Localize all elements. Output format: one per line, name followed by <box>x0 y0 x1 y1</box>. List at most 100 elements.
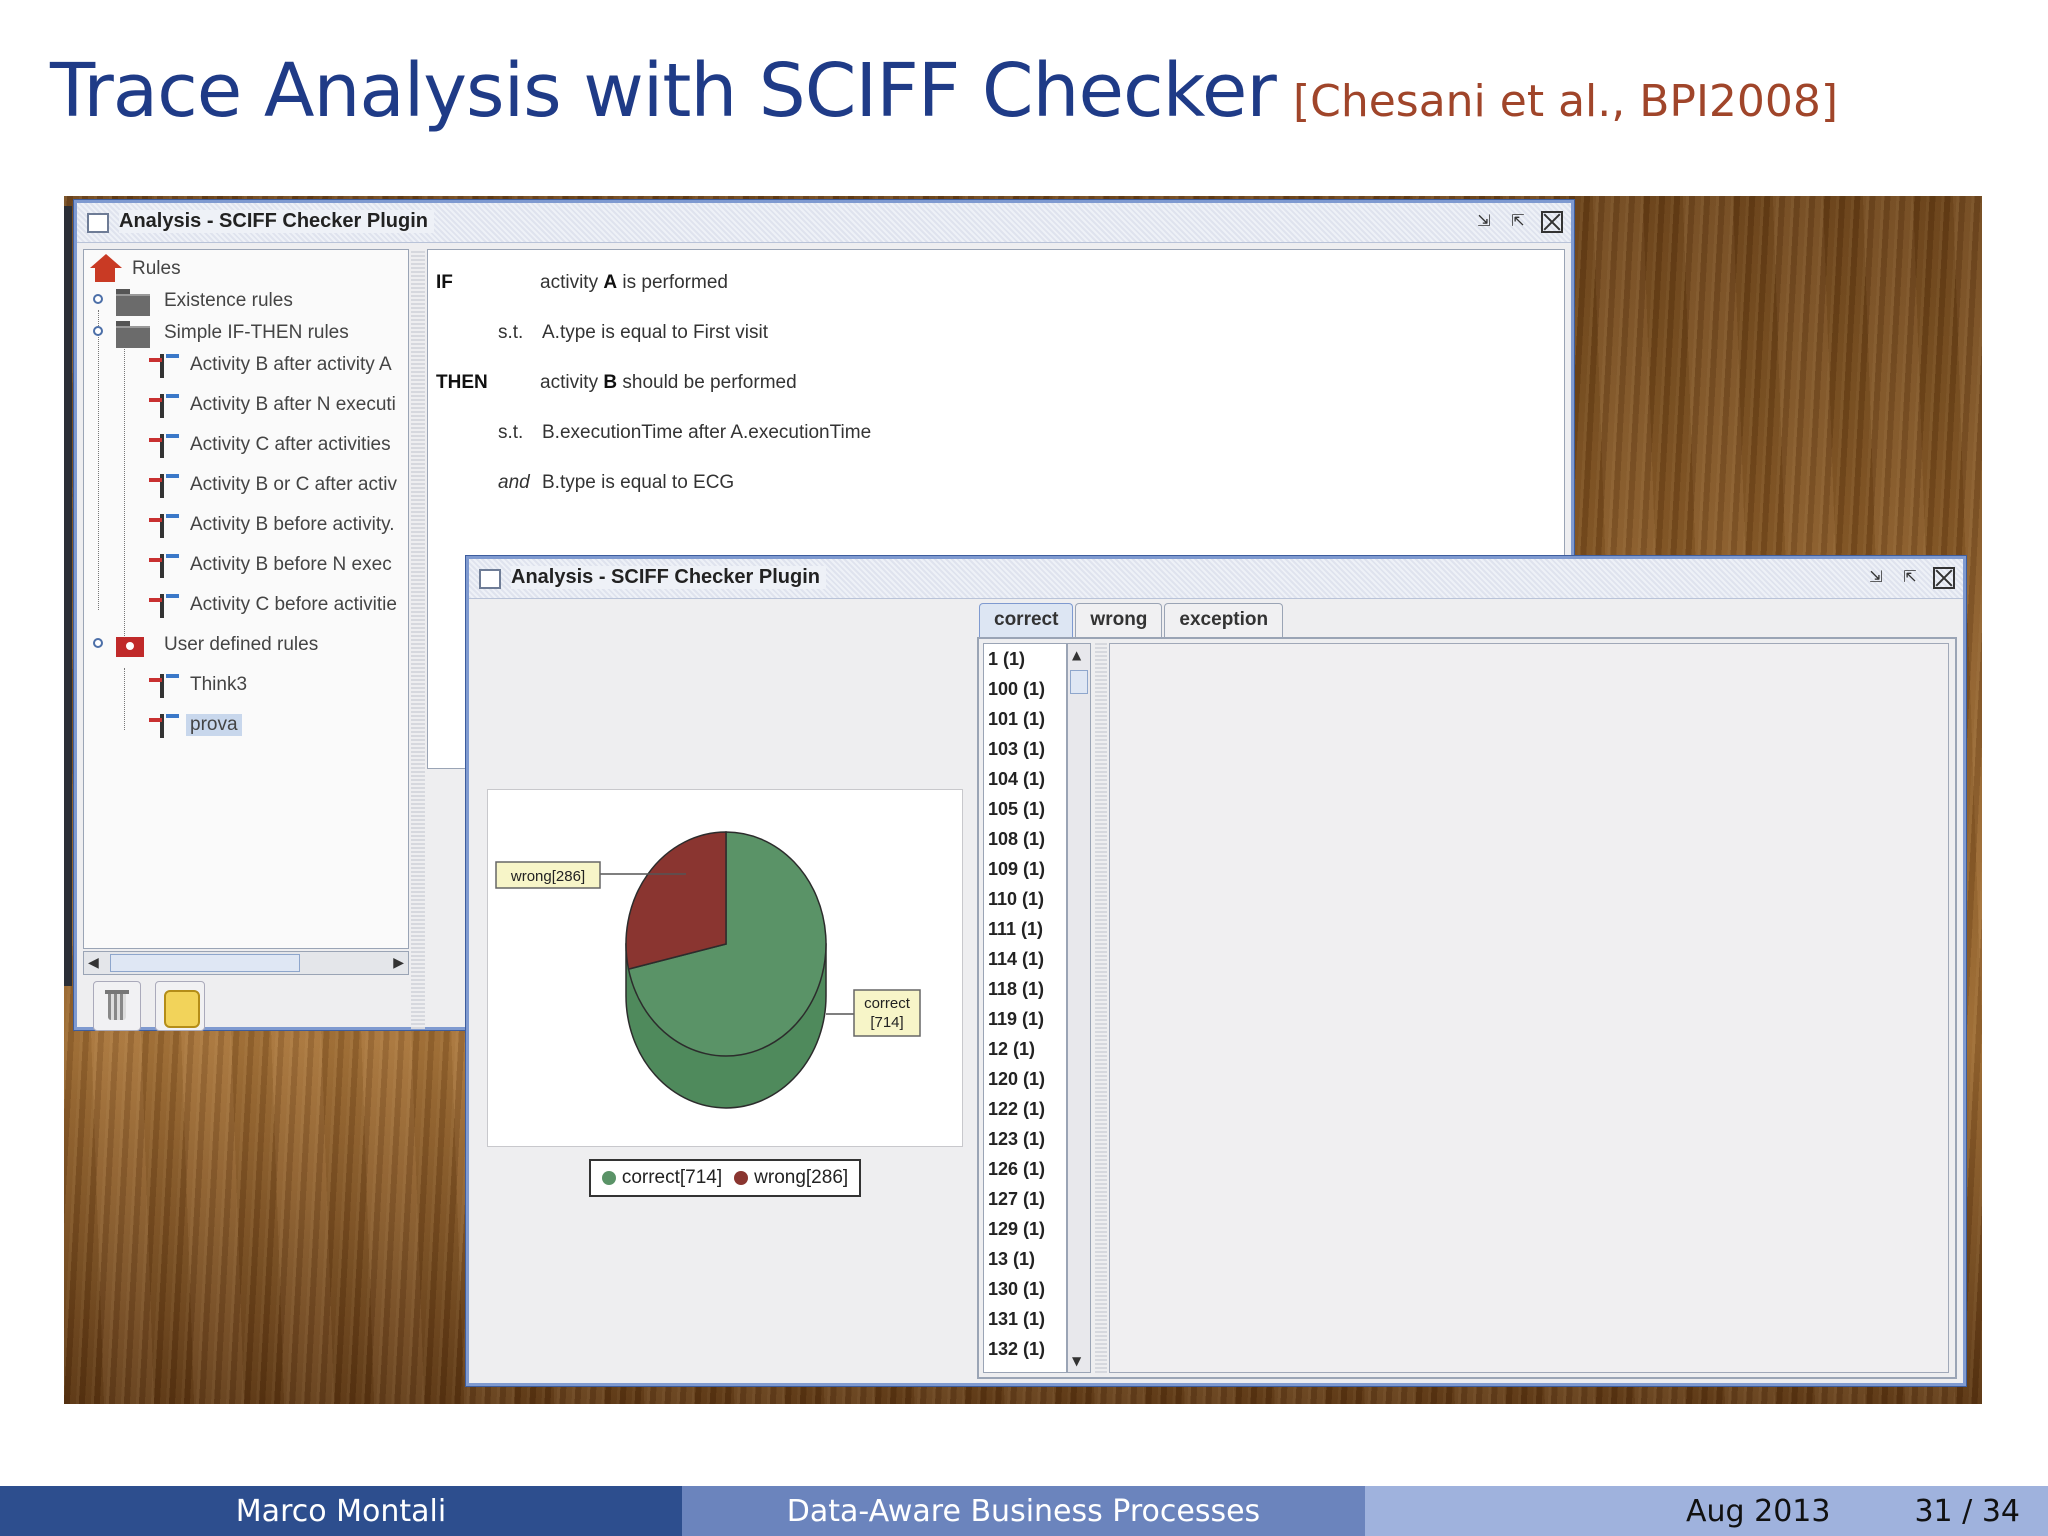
tree-label: Rules <box>132 258 181 279</box>
scroll-down-icon[interactable]: ▼ <box>1072 1354 1081 1368</box>
tree-item-rule[interactable]: Activity B after N executi <box>146 390 400 420</box>
trace-list-item[interactable]: 123 (1) <box>984 1124 1066 1154</box>
scroll-left-icon[interactable]: ◀ <box>88 954 99 972</box>
trace-list-item[interactable]: 108 (1) <box>984 824 1066 854</box>
chart-legend: correct[714] wrong[286] <box>589 1159 861 1197</box>
tree-connector <box>124 344 125 640</box>
tree-label: Activity C before activitie <box>190 594 397 615</box>
tree-item-rule[interactable]: Activity B or C after activ <box>146 470 401 500</box>
pane-splitter[interactable] <box>1095 643 1107 1373</box>
trace-list-item[interactable]: 129 (1) <box>984 1214 1066 1244</box>
trace-list-item[interactable]: 109 (1) <box>984 854 1066 884</box>
scroll-up-icon[interactable]: ▲ <box>1072 648 1081 662</box>
rules-window-title: Analysis - SCIFF Checker Plugin <box>119 210 434 233</box>
tree-item-rule[interactable]: Activity C after activities <box>146 430 395 460</box>
results-window-titlebar[interactable]: Analysis - SCIFF Checker Plugin ⇲ ⇱ <box>469 559 1963 599</box>
rules-window-titlebar[interactable]: Analysis - SCIFF Checker Plugin ⇲ ⇱ <box>77 203 1571 243</box>
trace-list-item[interactable]: 101 (1) <box>984 704 1066 734</box>
tab-correct[interactable]: correct <box>979 603 1074 637</box>
trace-list-item[interactable]: 118 (1) <box>984 974 1066 1004</box>
trace-detail-pane <box>1109 643 1949 1373</box>
tree-connector <box>124 668 125 730</box>
tree-horizontal-scrollbar[interactable]: ◀ ▶ <box>83 951 409 975</box>
rule-if-clause: activity A is performed <box>540 272 728 293</box>
tree-node-user-defined[interactable]: User defined rules <box>114 630 322 660</box>
collapse-toggle[interactable] <box>93 638 103 648</box>
maximize-icon[interactable]: ⇱ <box>1899 567 1921 589</box>
trace-list-item[interactable]: 13 (1) <box>984 1244 1066 1274</box>
pie-slice-wrong <box>625 831 727 971</box>
trace-list-item[interactable]: 120 (1) <box>984 1064 1066 1094</box>
trace-list[interactable]: 1 (1) 100 (1) 101 (1) 103 (1) 104 (1) 105 (1)… <box>983 643 1067 1373</box>
tree-label: Activity B after N executi <box>190 394 396 415</box>
result-tabs: correct wrong exception <box>979 603 1285 637</box>
rules-tree[interactable]: Rules Existence rules Simple IF-THEN rul… <box>83 249 409 949</box>
trace-list-item[interactable]: 122 (1) <box>984 1094 1066 1124</box>
tree-label: Activity C after activities <box>190 434 391 455</box>
trace-list-item[interactable]: 110 (1) <box>984 884 1066 914</box>
trace-list-item[interactable]: 105 (1) <box>984 794 1066 824</box>
tree-node-existence[interactable]: Existence rules <box>114 286 297 316</box>
tab-wrong[interactable]: wrong <box>1075 603 1163 637</box>
maximize-icon[interactable]: ⇱ <box>1507 211 1529 233</box>
tree-item-rule[interactable]: Activity B after activity A <box>146 350 396 380</box>
minimize-icon[interactable]: ⇲ <box>1473 211 1495 233</box>
correct-data-label: [714] <box>870 1014 903 1031</box>
folder-icon <box>114 319 152 348</box>
scroll-thumb[interactable] <box>1070 670 1088 694</box>
tree-label: prova <box>186 714 242 736</box>
close-icon[interactable] <box>1933 567 1955 589</box>
legend-swatch-correct <box>601 1171 616 1185</box>
delete-rule-button[interactable] <box>93 981 141 1031</box>
rule-st1-keyword: s.t. <box>498 322 524 343</box>
tree-node-simple-if-then[interactable]: Simple IF-THEN rules <box>114 318 353 348</box>
tree-root-rules[interactable]: Rules <box>88 254 185 284</box>
legend-swatch-wrong <box>734 1171 749 1185</box>
tree-item-rule[interactable]: Activity C before activitie <box>146 590 401 620</box>
home-icon <box>88 254 122 284</box>
trace-list-item[interactable]: 12 (1) <box>984 1034 1066 1064</box>
pie-chart-panel: wrong[286] correct [714] <box>487 789 963 1147</box>
scroll-thumb[interactable] <box>110 954 300 972</box>
pie-chart: wrong[286] correct [714] <box>495 831 921 1109</box>
trace-list-item[interactable]: 111 (1) <box>984 914 1066 944</box>
rule-icon <box>146 390 180 420</box>
tree-label: Activity B or C after activ <box>190 474 397 495</box>
scroll-right-icon[interactable]: ▶ <box>393 954 404 972</box>
slide-title: Trace Analysis with SCIFF Checker [Chesa… <box>50 48 1838 144</box>
trace-list-scrollbar[interactable]: ▲ ▼ <box>1067 643 1091 1373</box>
trace-list-item[interactable]: 130 (1) <box>984 1274 1066 1304</box>
results-window[interactable]: Analysis - SCIFF Checker Plugin ⇲ ⇱ wron… <box>466 556 1966 1386</box>
footer-date: Aug 2013 <box>1686 1493 1831 1529</box>
tree-label: Activity B after activity A <box>190 354 392 375</box>
minimize-icon[interactable]: ⇲ <box>1865 567 1887 589</box>
tree-label: Simple IF-THEN rules <box>164 322 349 343</box>
trace-list-item[interactable]: 1 (1) <box>984 644 1066 674</box>
trace-list-item[interactable]: 131 (1) <box>984 1304 1066 1334</box>
tree-label: Activity B before activity. <box>190 514 395 535</box>
expand-toggle[interactable] <box>93 294 103 304</box>
trace-list-item[interactable]: 103 (1) <box>984 734 1066 764</box>
tree-toolbar <box>83 981 409 1031</box>
trace-list-item[interactable]: 127 (1) <box>984 1184 1066 1214</box>
slide-citation: [Chesani et al., BPI2008] <box>1292 76 1839 127</box>
pane-splitter[interactable] <box>411 249 425 1029</box>
new-rule-button[interactable] <box>155 981 205 1031</box>
trace-list-item[interactable]: 132 (1) <box>984 1334 1066 1364</box>
taskbar-strip <box>64 206 72 986</box>
trace-list-item[interactable]: 104 (1) <box>984 764 1066 794</box>
close-icon[interactable] <box>1541 211 1563 233</box>
tree-item-rule[interactable]: Activity B before N exec <box>146 550 396 580</box>
tab-exception[interactable]: exception <box>1164 603 1284 637</box>
rule-icon <box>146 710 180 740</box>
rule-and-keyword: and <box>498 472 530 493</box>
tree-item-rule[interactable]: Activity B before activity. <box>146 510 399 540</box>
trace-list-item[interactable]: 119 (1) <box>984 1004 1066 1034</box>
tree-item-rule[interactable]: Think3 <box>146 670 251 700</box>
trace-list-item[interactable]: 100 (1) <box>984 674 1066 704</box>
collapse-toggle[interactable] <box>93 326 103 336</box>
trace-list-item[interactable]: 126 (1) <box>984 1154 1066 1184</box>
trace-list-item[interactable]: 114 (1) <box>984 944 1066 974</box>
window-icon <box>87 213 109 233</box>
tree-item-rule-selected[interactable]: prova <box>146 710 242 740</box>
